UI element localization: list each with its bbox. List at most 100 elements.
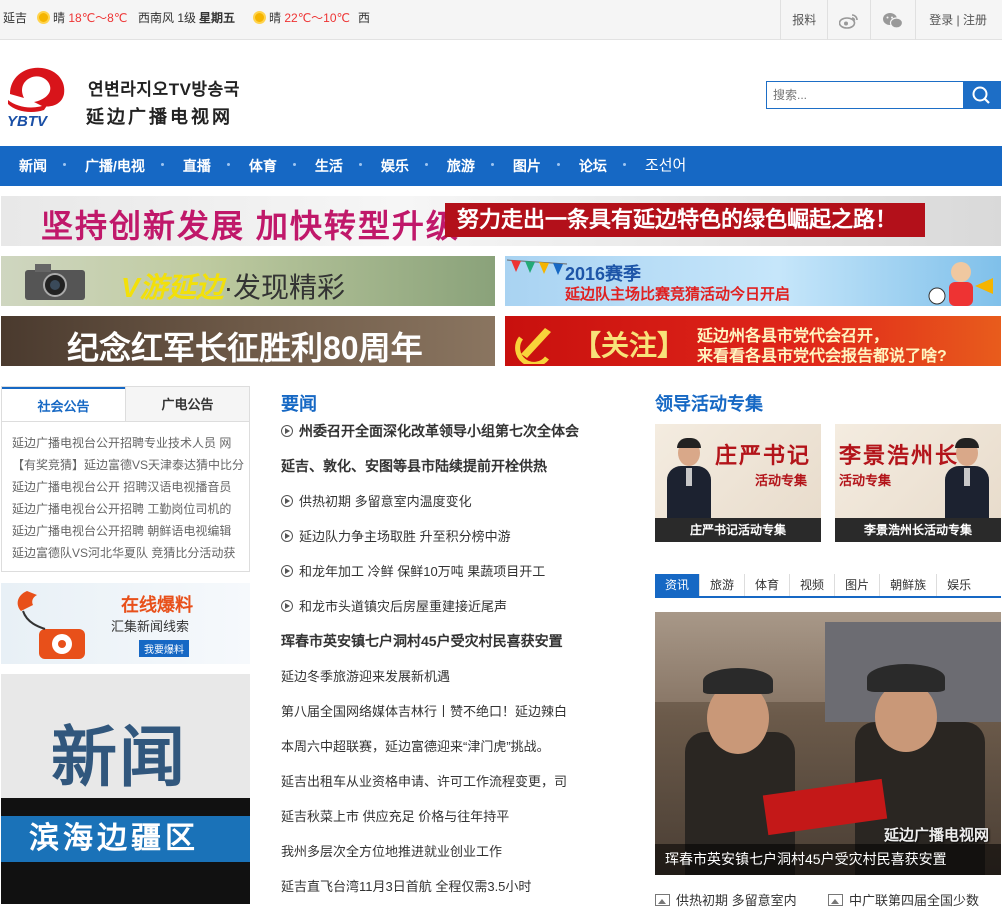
headline-text: 延吉出租车从业资格申请、许可工作流程变更，司 <box>281 774 568 789</box>
banner-innovation[interactable]: 坚持创新发展 加快转型升级 努力走出一条具有延边特色的绿色崛起之路！ <box>1 196 1001 246</box>
nav-item[interactable]: 旅游 <box>428 146 494 186</box>
banner-2016-season[interactable]: 2016赛季 延边队主场比赛竞猜活动今日开启 <box>505 256 1001 306</box>
main-nav: 新闻 广播/电视 直播 体育 生活 娱乐 旅游 图片 论坛 조선어 <box>0 146 1002 186</box>
media-tab[interactable]: 视频 <box>790 574 836 596</box>
notice-panel: 社会公告 广电公告 延边广播电视台公开招聘专业技术人员 网【有奖竞猜】延边富德V… <box>1 386 250 572</box>
headline-text: 我州多层次全方位地推进就业创业工作 <box>281 844 503 859</box>
leader-portrait <box>667 438 711 518</box>
headline-item[interactable]: 第八届全国网络媒体吉林行丨赞不绝口！延边辣白 <box>281 694 621 729</box>
photo-caption[interactable]: 珲春市英安镇七户洞村45户受灾村民喜获安置 <box>655 844 1001 875</box>
leaders-title[interactable]: 领导活动专集 <box>655 390 763 416</box>
headline-text: 延吉秋菜上市 供应充足 价格与往年持平 <box>281 809 510 824</box>
news-program-ad[interactable]: 新闻 滨海边疆区 <box>1 674 250 904</box>
tab-social-notice[interactable]: 社会公告 <box>2 387 125 421</box>
svg-text:YBTV: YBTV <box>7 113 49 128</box>
headlines-title[interactable]: 要闻 <box>281 390 317 416</box>
search-button[interactable] <box>963 82 1000 108</box>
headline-item[interactable]: 珲春市英安镇七户洞村45户受灾村民喜获安置 <box>281 624 621 659</box>
notice-item[interactable]: 延边广播电视台公开招聘 朝鲜语电视编辑 <box>12 520 249 542</box>
weather-city: 延吉 <box>3 11 28 25</box>
search-icon <box>972 86 990 104</box>
banner-party-line2: 来看看各县市党代会报告都说了啥? <box>697 348 947 365</box>
media-tab[interactable]: 资讯 <box>655 574 701 596</box>
nav-item[interactable]: 论坛 <box>560 146 626 186</box>
news-ad-region: 滨海边疆区 <box>1 816 250 862</box>
leader-card-lijinghao[interactable]: 李景浩州长 活动专集 李景浩州长活动专集 <box>835 424 1001 542</box>
banner-innovation-right: 努力走出一条具有延边特色的绿色崛起之路！ <box>445 203 925 237</box>
notice-item[interactable]: 延边广播电视台公开 招聘汉语电视播音员 <box>12 476 249 498</box>
featured-photo[interactable]: 延边广播电视网 珲春市英安镇七户洞村45户受灾村民喜获安置 <box>655 612 1001 875</box>
nav-item[interactable]: 조선어 <box>626 146 705 186</box>
weather-tomorrow-temp: 22℃～10℃ <box>284 11 351 25</box>
leader-card-zhuangyan[interactable]: 庄严书记 活动专集 庄严书记活动专集 <box>655 424 821 542</box>
nav-item[interactable]: 广播/电视 <box>66 146 164 186</box>
banner-tour-yanbian[interactable]: V游延边·发现精彩 <box>1 256 495 306</box>
headline-item[interactable]: 我州多层次全方位地推进就业创业工作 <box>281 834 621 869</box>
leader-subtitle: 活动专集 <box>755 473 808 488</box>
weibo-link[interactable] <box>827 0 870 40</box>
bottom-link-1[interactable]: 供热初期 多留意室内 <box>655 890 797 909</box>
headline-item[interactable]: 延吉出租车从业资格申请、许可工作流程变更，司 <box>281 764 621 799</box>
banner-party-congress[interactable]: 【关注】 延边州各县市党代会召开， 来看看各县市党代会报告都说了啥? <box>505 316 1001 366</box>
headline-item[interactable]: 州委召开全面深化改革领导小组第七次全体会 <box>281 414 621 449</box>
leader-calligraphy: 庄严书记 <box>715 443 812 468</box>
video-play-icon <box>281 425 293 437</box>
notice-list: 延边广播电视台公开招聘专业技术人员 网【有奖竞猜】延边富德VS天津泰达猜中比分延… <box>2 422 249 564</box>
headline-item[interactable]: 供热初期 多留意室内温度变化 <box>281 484 621 519</box>
nav-item[interactable]: 图片 <box>494 146 560 186</box>
media-tab[interactable]: 体育 <box>745 574 791 596</box>
tab-broadcast-notice[interactable]: 广电公告 <box>125 387 249 421</box>
media-tab[interactable]: 图片 <box>835 574 881 596</box>
headline-item[interactable]: 延吉、敦化、安图等县市陆续提前开栓供热 <box>281 449 621 484</box>
leader-caption: 庄严书记活动专集 <box>655 518 821 542</box>
site-header: YBTV 연변라지오TV방송국 延边广播电视网 <box>0 41 1002 146</box>
leader-calligraphy: 李景浩州长 <box>839 443 960 468</box>
media-tab[interactable]: 娱乐 <box>937 574 981 596</box>
headline-text: 第八届全国网络媒体吉林行丨赞不绝口！延边辣白 <box>281 704 568 719</box>
banner-party-tag: 【关注】 <box>573 330 686 361</box>
weather-tomorrow: 晴 22℃～10℃ <box>253 9 350 26</box>
search-box <box>766 81 1001 109</box>
tipoff-ad[interactable]: 在线爆料 汇集新闻线索 我要爆料 <box>1 583 250 664</box>
top-links: 报料 登录 | 注册 <box>780 0 1002 40</box>
notice-item[interactable]: 延边富德队VS河北华夏队 竞猜比分活动获 <box>12 542 249 564</box>
bottom-link-2[interactable]: 中广联第四届全国少数 <box>828 890 979 909</box>
headline-item[interactable]: 本周六中超联赛，延边富德迎来“津门虎”挑战。 <box>281 729 621 764</box>
report-link[interactable]: 报料 <box>780 0 827 40</box>
photo-person-cap <box>703 668 773 694</box>
banner-long-march[interactable]: 纪念红军长征胜利80周年 <box>1 316 495 366</box>
nav-item[interactable]: 体育 <box>230 146 296 186</box>
headline-text: 延边冬季旅游迎来发展新机遇 <box>281 669 451 684</box>
party-emblem-icon <box>515 328 551 364</box>
ybtv-logo[interactable]: YBTV <box>4 64 68 128</box>
video-play-icon <box>281 600 293 612</box>
headline-text: 和龙市头道镇灾后房屋重建接近尾声 <box>299 599 508 614</box>
video-play-icon <box>281 565 293 577</box>
headline-item[interactable]: 延边队力争主场取胜 升至积分榜中游 <box>281 519 621 554</box>
headline-item[interactable]: 和龙市头道镇灾后房屋重建接近尾声 <box>281 589 621 624</box>
notice-tabs: 社会公告 广电公告 <box>2 387 249 422</box>
media-tab[interactable]: 旅游 <box>700 574 746 596</box>
nav-item[interactable]: 直播 <box>164 146 230 186</box>
notice-item[interactable]: 【有奖竞猜】延边富德VS天津泰达猜中比分 <box>12 454 249 476</box>
headline-item[interactable]: 延吉直飞台湾11月3日首航 全程仅需3.5小时 <box>281 869 621 904</box>
wechat-link[interactable] <box>870 0 915 40</box>
login-register-link[interactable]: 登录 | 注册 <box>915 0 1002 40</box>
nav-item[interactable]: 新闻 <box>0 146 66 186</box>
leader-caption: 李景浩州长活动专集 <box>835 518 1001 542</box>
headline-text: 延吉、敦化、安图等县市陆续提前开栓供热 <box>281 458 547 474</box>
tipoff-button[interactable]: 我要爆料 <box>139 640 189 657</box>
football-fan-icon <box>928 262 993 306</box>
headline-item[interactable]: 和龙年加工 冷鲜 保鲜10万吨 果蔬项目开工 <box>281 554 621 589</box>
telephone-icon <box>17 591 85 659</box>
camera-icon <box>25 264 85 300</box>
search-input[interactable] <box>767 82 963 108</box>
headline-item[interactable]: 延吉秋菜上市 供应充足 价格与往年持平 <box>281 799 621 834</box>
nav-item[interactable]: 娱乐 <box>362 146 428 186</box>
photo-person-cap <box>867 664 945 692</box>
media-tab[interactable]: 朝鲜族 <box>880 574 938 596</box>
notice-item[interactable]: 延边广播电视台公开招聘专业技术人员 网 <box>12 432 249 454</box>
notice-item[interactable]: 延边广播电视台公开招聘 工勤岗位司机的 <box>12 498 249 520</box>
nav-item[interactable]: 生活 <box>296 146 362 186</box>
headline-item[interactable]: 延边冬季旅游迎来发展新机遇 <box>281 659 621 694</box>
